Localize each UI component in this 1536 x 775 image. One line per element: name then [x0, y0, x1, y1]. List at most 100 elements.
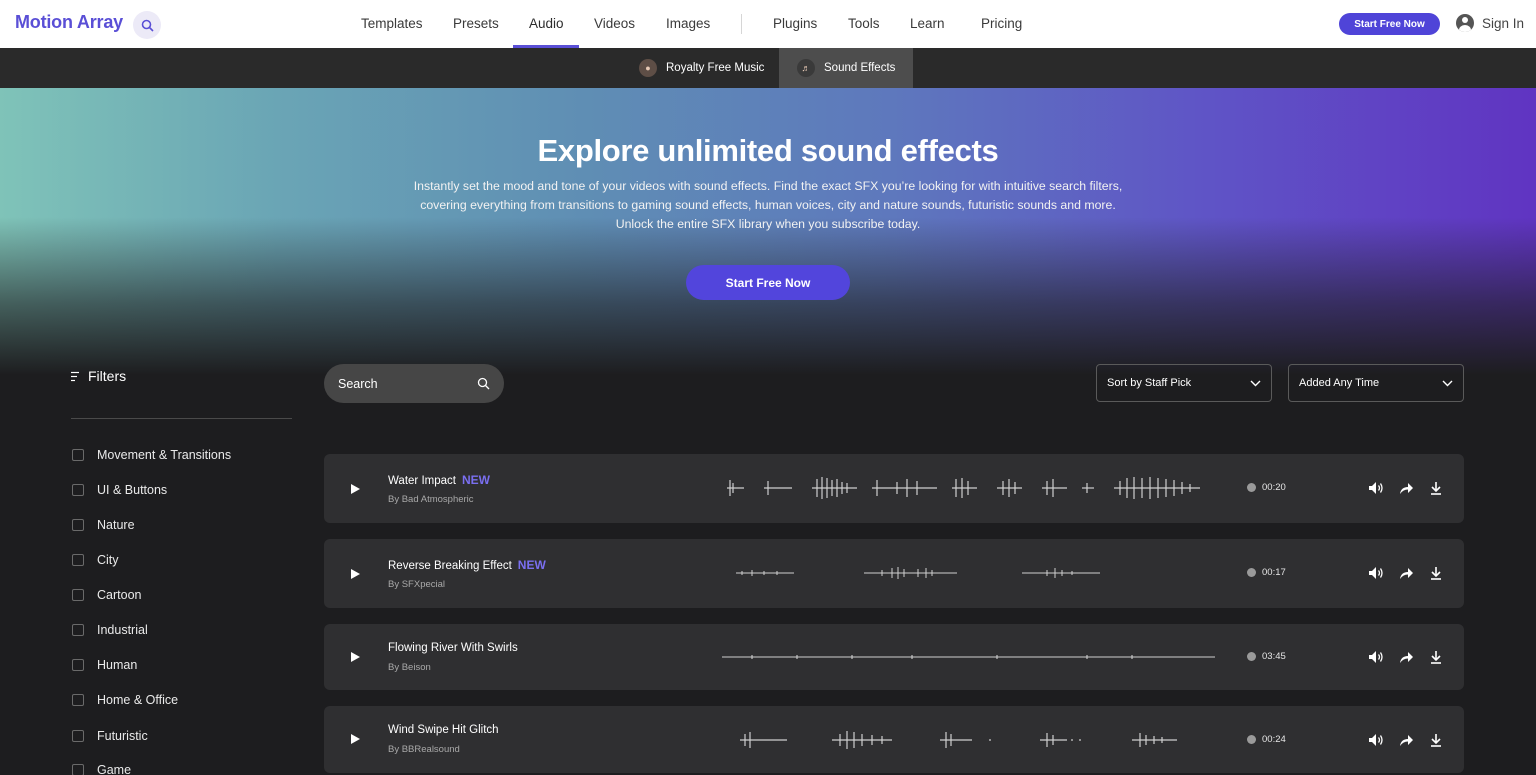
volume-icon[interactable] [1367, 648, 1385, 666]
nav-videos[interactable]: Videos [594, 16, 635, 31]
search-input[interactable]: Search [324, 364, 504, 403]
download-icon[interactable] [1427, 479, 1445, 497]
filter-cartoon[interactable]: Cartoon [72, 588, 141, 602]
filter-movement-transitions[interactable]: Movement & Transitions [72, 448, 231, 462]
track-title[interactable]: Reverse Breaking Effect [388, 560, 512, 572]
track-actions [1367, 731, 1445, 749]
filter-label: Industrial [97, 623, 148, 637]
track-actions [1367, 648, 1445, 666]
checkbox[interactable] [72, 519, 84, 531]
play-icon[interactable] [351, 734, 360, 744]
hero-description: Instantly set the mood and tone of your … [413, 179, 1123, 231]
track-author[interactable]: By BBRealsound [388, 744, 460, 755]
search-button[interactable] [133, 11, 161, 39]
nav-presets[interactable]: Presets [453, 16, 499, 31]
share-icon[interactable] [1397, 564, 1415, 582]
volume-icon[interactable] [1367, 731, 1385, 749]
nav-plugins[interactable]: Plugins [773, 16, 817, 31]
checkbox[interactable] [72, 730, 84, 742]
volume-icon[interactable] [1367, 479, 1385, 497]
track-row[interactable]: Reverse Breaking Effect NEW By SFXpecial… [324, 539, 1464, 608]
logo[interactable]: Motion Array [15, 12, 123, 33]
filter-label: Nature [97, 518, 135, 532]
duration-value: 00:24 [1262, 734, 1286, 745]
nav-images[interactable]: Images [666, 16, 710, 31]
track-author[interactable]: By SFXpecial [388, 579, 445, 590]
sign-in-link[interactable]: Sign In [1456, 14, 1524, 32]
filter-industrial[interactable]: Industrial [72, 623, 148, 637]
filter-label: Cartoon [97, 588, 142, 602]
nav-pricing[interactable]: Pricing [981, 16, 1022, 31]
track-actions [1367, 479, 1445, 497]
track-author[interactable]: By Beison [388, 662, 431, 673]
nav-templates[interactable]: Templates [361, 16, 423, 31]
time-value: Added Any Time [1299, 377, 1380, 389]
filters-divider [71, 418, 292, 419]
waveform[interactable] [722, 725, 1222, 755]
share-icon[interactable] [1397, 648, 1415, 666]
top-nav: Motion Array Templates Presets Audio Vid… [0, 0, 1536, 48]
filter-home-office[interactable]: Home & Office [72, 693, 178, 707]
hero-start-free-button[interactable]: Start Free Now [686, 265, 850, 300]
duration-value: 00:20 [1262, 482, 1286, 493]
duration-value: 03:45 [1262, 651, 1286, 662]
track-author[interactable]: By Bad Atmospheric [388, 494, 474, 505]
track-row[interactable]: Wind Swipe Hit Glitch By BBRealsound 00:… [324, 706, 1464, 773]
hero-title: Explore unlimited sound effects [537, 133, 999, 168]
filter-ui-buttons[interactable]: UI & Buttons [72, 483, 167, 497]
track-title-line: Water Impact NEW [388, 473, 490, 487]
filter-futuristic[interactable]: Futuristic [72, 729, 148, 743]
share-icon[interactable] [1397, 731, 1415, 749]
sort-select[interactable]: Sort by Staff Pick [1096, 364, 1272, 402]
download-icon[interactable] [1427, 564, 1445, 582]
waveform[interactable] [722, 473, 1222, 503]
search-icon [477, 377, 490, 390]
nav-learn[interactable]: Learn [910, 16, 945, 31]
track-row[interactable]: Water Impact NEW By Bad Atmospheric 00:2… [324, 454, 1464, 523]
start-free-now-button[interactable]: Start Free Now [1339, 13, 1440, 35]
share-icon[interactable] [1397, 479, 1415, 497]
time-select[interactable]: Added Any Time [1288, 364, 1464, 402]
waveform[interactable] [722, 642, 1222, 672]
track-title[interactable]: Wind Swipe Hit Glitch [388, 724, 499, 736]
track-actions [1367, 564, 1445, 582]
chevron-down-icon [1442, 380, 1453, 386]
download-icon[interactable] [1427, 648, 1445, 666]
filter-human[interactable]: Human [72, 658, 137, 672]
tab-royalty-free-music[interactable]: ● Royalty Free Music [621, 48, 782, 88]
download-icon[interactable] [1427, 731, 1445, 749]
track-title-line: Wind Swipe Hit Glitch [388, 724, 505, 736]
filter-label: Game [97, 763, 132, 775]
track-title[interactable]: Water Impact [388, 475, 456, 487]
filter-label: City [97, 553, 119, 567]
checkbox[interactable] [72, 484, 84, 496]
checkbox[interactable] [72, 554, 84, 566]
tab-sound-effects[interactable]: ♬ Sound Effects [779, 48, 914, 88]
track-row[interactable]: Flowing River With Swirls By Beison 03:4… [324, 624, 1464, 690]
play-icon[interactable] [351, 484, 360, 494]
filter-label: UI & Buttons [97, 483, 168, 497]
duration-value: 00:17 [1262, 567, 1286, 578]
filters-header[interactable]: Filters [71, 368, 126, 384]
play-icon[interactable] [351, 652, 360, 662]
clock-icon [1247, 568, 1256, 577]
volume-icon[interactable] [1367, 564, 1385, 582]
nav-audio[interactable]: Audio [529, 16, 564, 31]
checkbox[interactable] [72, 659, 84, 671]
filter-label: Human [97, 658, 138, 672]
search-icon [141, 19, 154, 32]
audio-subnav: ● Royalty Free Music ♬ Sound Effects [0, 48, 1536, 88]
checkbox[interactable] [72, 764, 84, 775]
filter-game[interactable]: Game [72, 763, 131, 775]
checkbox[interactable] [72, 449, 84, 461]
filters-title: Filters [88, 368, 127, 384]
checkbox[interactable] [72, 589, 84, 601]
play-icon[interactable] [351, 569, 360, 579]
filter-nature[interactable]: Nature [72, 518, 135, 532]
checkbox[interactable] [72, 694, 84, 706]
track-title[interactable]: Flowing River With Swirls [388, 642, 518, 654]
checkbox[interactable] [72, 624, 84, 636]
nav-tools[interactable]: Tools [848, 16, 880, 31]
filter-city[interactable]: City [72, 553, 119, 567]
waveform[interactable] [722, 558, 1222, 588]
